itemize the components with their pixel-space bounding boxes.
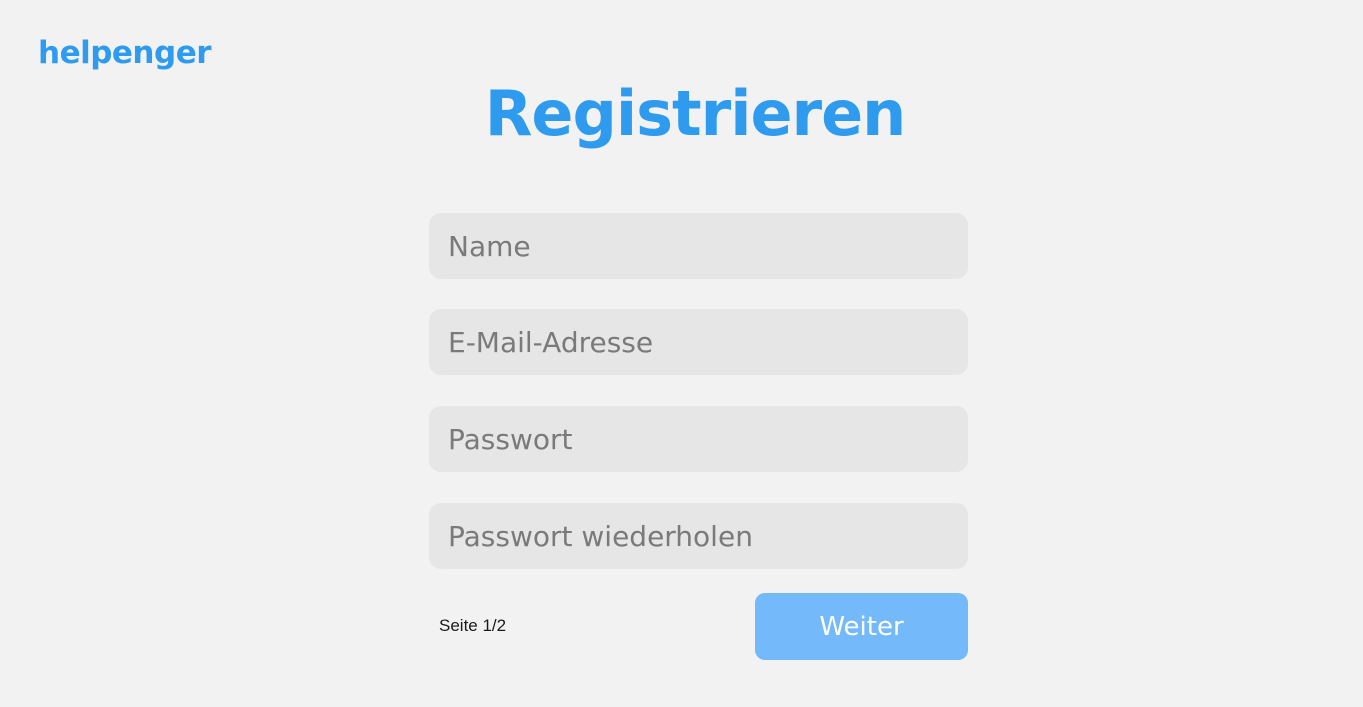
password-repeat-input[interactable] xyxy=(429,503,968,569)
password-input[interactable] xyxy=(429,406,968,472)
page-indicator: Seite 1/2 xyxy=(439,616,507,635)
name-input[interactable] xyxy=(429,213,968,279)
email-input[interactable] xyxy=(429,309,968,375)
page-title: Registrieren xyxy=(484,77,907,150)
next-button[interactable]: Weiter xyxy=(755,593,968,660)
brand-logo[interactable]: helpenger xyxy=(38,38,212,69)
